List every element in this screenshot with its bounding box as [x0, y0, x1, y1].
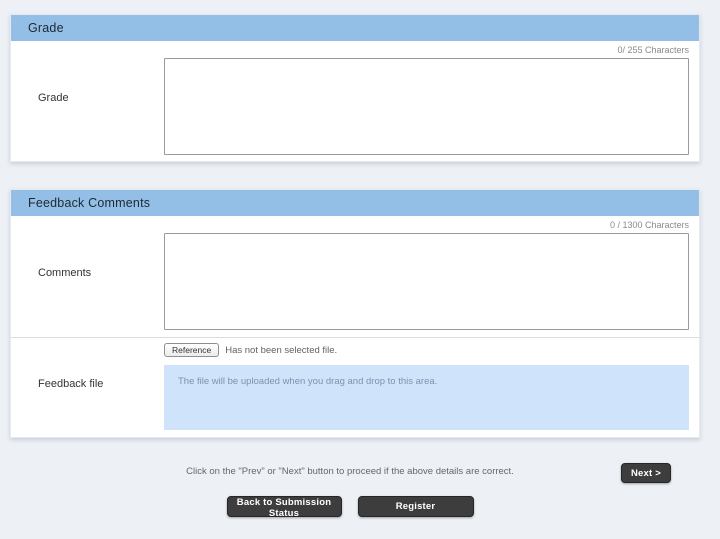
no-file-selected-text: Has not been selected file.	[225, 345, 337, 356]
grade-textarea[interactable]	[164, 58, 689, 155]
drop-area-text: The file will be uploaded when you drag …	[178, 376, 437, 387]
back-to-submission-status-button[interactable]: Back to Submission Status	[227, 496, 342, 517]
grade-field-area: 0/ 255 Characters	[164, 41, 699, 155]
footer-button-row: Back to Submission Status Register	[0, 496, 700, 517]
feedback-section-header: Feedback Comments	[11, 190, 699, 216]
grade-row: Grade 0/ 255 Characters	[11, 41, 699, 161]
file-drop-area[interactable]: The file will be uploaded when you drag …	[164, 365, 689, 430]
comments-char-counter: 0 / 1300 Characters	[164, 220, 689, 231]
grade-section-header: Grade	[11, 15, 699, 41]
comments-field-area: 0 / 1300 Characters	[164, 216, 699, 330]
instruction-text: Click on the "Prev" or "Next" button to …	[20, 466, 680, 478]
grade-label: Grade	[11, 41, 164, 155]
file-select-line: Reference Has not been selected file.	[164, 343, 689, 357]
grade-char-counter: 0/ 255 Characters	[164, 45, 689, 56]
feedback-comments-section: Feedback Comments Comments 0 / 1300 Char…	[10, 189, 700, 438]
register-button[interactable]: Register	[358, 496, 474, 517]
footer: Click on the "Prev" or "Next" button to …	[0, 466, 700, 517]
grade-section: Grade Grade 0/ 255 Characters	[10, 14, 700, 162]
feedback-file-area: Reference Has not been selected file. Th…	[164, 338, 699, 430]
comments-label: Comments	[11, 216, 164, 330]
reference-button[interactable]: Reference	[164, 343, 219, 357]
comments-textarea[interactable]	[164, 233, 689, 330]
feedback-file-row: Feedback file Reference Has not been sel…	[11, 337, 699, 437]
feedback-file-label: Feedback file	[11, 338, 164, 430]
next-button[interactable]: Next >	[621, 463, 671, 483]
comments-row: Comments 0 / 1300 Characters	[11, 216, 699, 337]
